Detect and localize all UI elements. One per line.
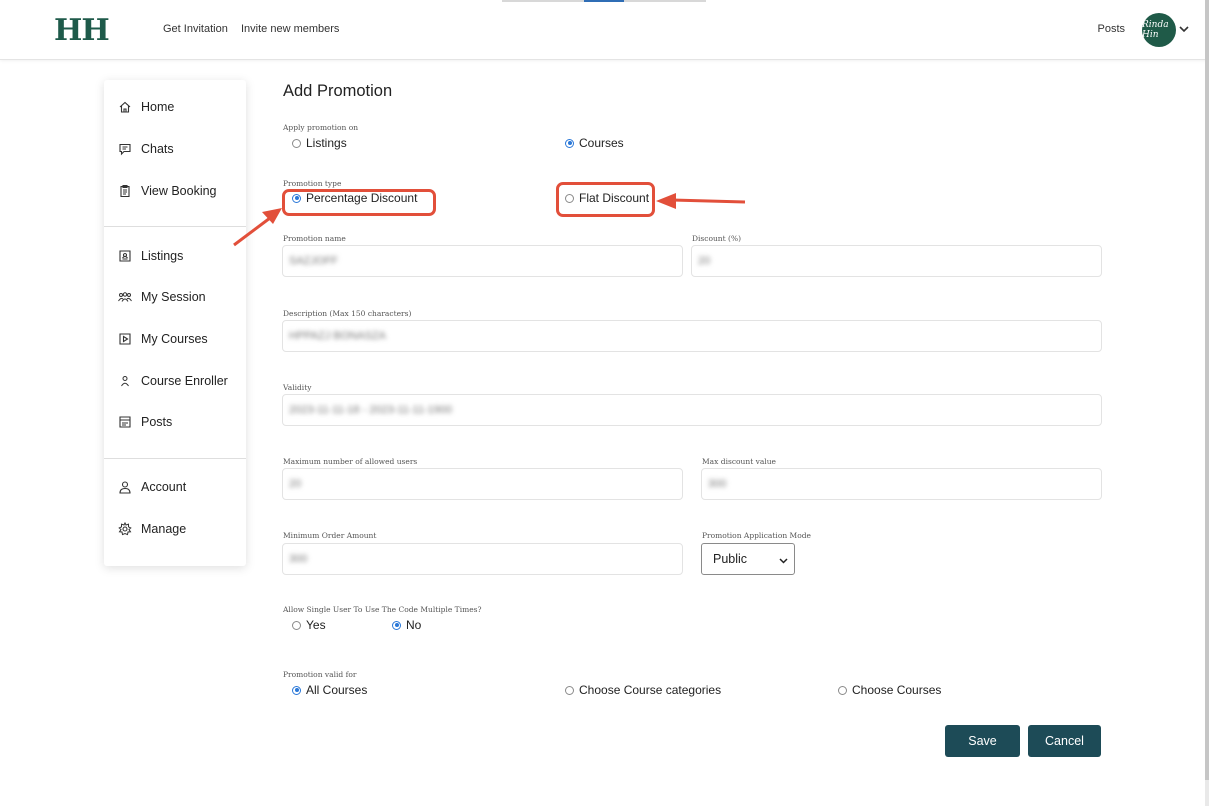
annotation-arrows [233, 193, 746, 247]
arrow-icon [233, 208, 282, 247]
arrow-icon [656, 193, 746, 209]
